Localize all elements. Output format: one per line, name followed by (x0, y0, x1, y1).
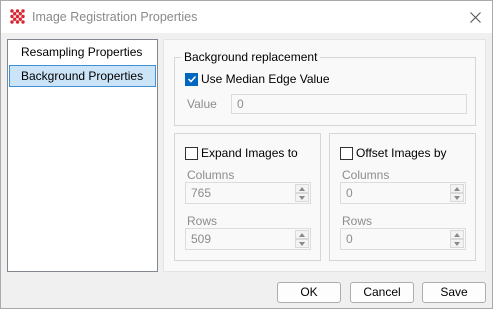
spinner-buttons (450, 230, 464, 248)
checkbox-label: Expand Images to (201, 146, 298, 160)
expand-images-checkbox[interactable]: Expand Images to (185, 146, 298, 160)
ok-button[interactable]: OK (277, 282, 341, 303)
value-text: 0 (237, 97, 244, 111)
value-label: Value (187, 97, 217, 111)
offset-columns-label: Columns (342, 168, 390, 182)
spinner-buttons (295, 230, 309, 248)
use-median-edge-checkbox[interactable]: Use Median Edge Value (185, 72, 330, 86)
offset-columns-spinner[interactable]: 0 (340, 182, 466, 204)
spin-up-button[interactable] (295, 230, 309, 239)
properties-list: Resampling Properties Background Propert… (7, 39, 158, 272)
chevron-down-icon (299, 195, 305, 200)
sidebar-item-label: Resampling Properties (21, 45, 143, 59)
sidebar-item-resampling[interactable]: Resampling Properties (9, 41, 156, 63)
checkbox-box[interactable] (185, 72, 198, 86)
chevron-up-icon (299, 186, 305, 191)
chevron-up-icon (454, 186, 460, 191)
spinner-value: 0 (346, 186, 353, 200)
chevron-down-icon (454, 195, 460, 200)
close-button[interactable] (462, 4, 488, 30)
chevron-down-icon (454, 241, 460, 246)
checkmark-icon (187, 75, 196, 83)
expand-columns-label: Columns (187, 168, 235, 182)
spin-up-button[interactable] (450, 184, 464, 193)
spin-down-button[interactable] (295, 193, 309, 202)
chevron-up-icon (454, 232, 460, 237)
spin-down-button[interactable] (295, 239, 309, 248)
group-title: Background replacement (181, 50, 321, 65)
title-bar: Image Registration Properties (1, 1, 492, 33)
sidebar-item-label: Background Properties (21, 69, 144, 83)
spin-up-button[interactable] (450, 230, 464, 239)
window-title: Image Registration Properties (32, 10, 198, 24)
offset-rows-label: Rows (342, 214, 373, 228)
expand-rows-spinner[interactable]: 509 (185, 228, 311, 250)
spinner-buttons (295, 184, 309, 202)
chevron-down-icon (299, 241, 305, 246)
spin-up-button[interactable] (295, 184, 309, 193)
value-input[interactable]: 0 (231, 94, 467, 114)
spin-down-button[interactable] (450, 239, 464, 248)
offset-images-checkbox[interactable]: Offset Images by (340, 146, 447, 160)
expand-images-group: Expand Images to Columns 765 Rows 509 (174, 133, 321, 261)
dialog-window: Image Registration Properties Resampling… (0, 0, 493, 309)
background-properties-panel: Background replacement Use Median Edge V… (163, 39, 486, 272)
offset-rows-spinner[interactable]: 0 (340, 228, 466, 250)
background-replacement-group: Background replacement Use Median Edge V… (174, 50, 476, 126)
expand-rows-label: Rows (187, 214, 218, 228)
red-grid-app-icon (10, 9, 25, 24)
offset-images-group: Offset Images by Columns 0 Rows 0 (329, 133, 476, 261)
save-button[interactable]: Save (422, 282, 486, 303)
checkbox-box[interactable] (185, 146, 198, 160)
checkbox-label: Offset Images by (356, 146, 447, 160)
checkbox-box[interactable] (340, 146, 353, 160)
sidebar-item-background[interactable]: Background Properties (9, 65, 156, 87)
cancel-button[interactable]: Cancel (350, 282, 414, 303)
spinner-value: 765 (191, 186, 212, 200)
checkbox-label: Use Median Edge Value (201, 72, 330, 86)
spinner-value: 0 (346, 232, 353, 246)
spin-down-button[interactable] (450, 193, 464, 202)
chevron-up-icon (299, 232, 305, 237)
spinner-value: 509 (191, 232, 212, 246)
expand-columns-spinner[interactable]: 765 (185, 182, 311, 204)
spinner-buttons (450, 184, 464, 202)
close-icon (469, 11, 481, 23)
